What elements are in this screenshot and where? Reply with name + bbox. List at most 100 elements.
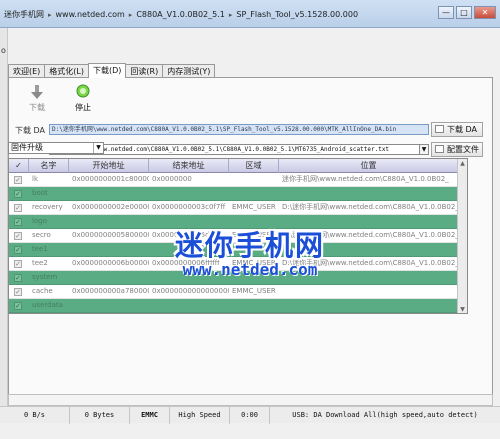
cell-region: EMMC_USER — [232, 259, 276, 267]
header-region[interactable]: 区域 — [229, 159, 279, 173]
cell-name: logo — [32, 217, 47, 225]
cell-end — [149, 187, 229, 201]
breadcrumb: 迷你手机网 ▸ www.netded.com ▸ C880A_V1.0.0B02… — [0, 0, 500, 28]
cell-region — [229, 271, 279, 285]
chevron-right-icon: ▸ — [128, 10, 133, 19]
scroll-down-icon[interactable]: ▼ — [458, 305, 467, 313]
header-start-address[interactable]: 开始地址 — [69, 159, 149, 173]
cell-location: D:\迷你手机网\www.netded.com\C880A_V1.0.0B02_ — [282, 231, 459, 239]
row-checkbox[interactable]: ✓ — [14, 190, 22, 198]
status-bytes: 0 Bytes — [70, 407, 130, 424]
chevron-down-icon[interactable]: ▼ — [419, 144, 429, 155]
tab-welcome[interactable]: 欢迎(E) — [8, 64, 46, 78]
row-checkbox[interactable]: ✓ — [14, 218, 22, 226]
cell-end — [149, 271, 229, 285]
window-controls: — □ ✕ — [438, 6, 496, 19]
progress-bar — [8, 394, 493, 406]
table-row[interactable]: ✓ system — [9, 271, 467, 285]
table-row[interactable]: ✓ boot — [9, 187, 467, 201]
cell-location: D:\迷你手机网\www.netded.com\C880A_V1.0.0B02_ — [282, 259, 459, 267]
partition-table: ✓ 名字 开始地址 结束地址 区域 位置 ✓ lk 0x0000000001c800… — [8, 158, 468, 314]
cell-region: EMMC_USER — [232, 287, 276, 295]
minimize-button[interactable]: — — [438, 6, 454, 19]
download-agent-button[interactable]: 下载 DA — [431, 122, 483, 137]
cell-region — [229, 243, 279, 257]
cell-end: 0x0000000000000000 — [152, 287, 229, 295]
cell-region: EMMC_USER — [232, 203, 276, 211]
download-button[interactable]: 下载 — [17, 82, 57, 114]
vertical-scrollbar[interactable]: ▲ ▼ — [457, 159, 467, 313]
breadcrumb-item[interactable]: SP_Flash_Tool_v5.1528.00.000 — [236, 10, 358, 19]
cell-name: tee1 — [32, 245, 48, 253]
table-row[interactable]: ✓ recovery 0x0000000002e00000 0x0000000003c… — [9, 201, 467, 215]
maximize-button[interactable]: □ — [456, 6, 472, 19]
tab-download[interactable]: 下载(D) — [88, 63, 127, 78]
cell-region — [229, 215, 279, 229]
cell-name: recovery — [32, 203, 63, 211]
table-row[interactable]: ✓ secro 0x0000000005800000 0x0000000005dfff… — [9, 229, 467, 243]
download-agent-path[interactable]: D:\迷你手机网\www.netded.com\C880A_V1.0.0B02_… — [49, 124, 429, 135]
table-header: ✓ 名字 开始地址 结束地址 区域 位置 — [9, 159, 467, 173]
table-row[interactable]: ✓ tee1 — [9, 243, 467, 257]
file-icon — [435, 145, 444, 153]
cell-name: tee2 — [32, 259, 48, 267]
scroll-up-icon[interactable]: ▲ — [458, 159, 467, 169]
tab-bar: 欢迎(E) 格式化(L) 下载(D) 回读(R) 内存测试(Y) — [8, 63, 216, 78]
table-row[interactable]: ✓ userdata — [9, 299, 467, 313]
row-checkbox[interactable]: ✓ — [14, 204, 22, 212]
table-row[interactable]: ✓ logo — [9, 215, 467, 229]
cell-location — [279, 215, 459, 229]
breadcrumb-item[interactable]: 迷你手机网 — [4, 9, 44, 20]
header-check[interactable]: ✓ — [9, 159, 29, 173]
row-checkbox[interactable]: ✓ — [14, 302, 22, 310]
cell-end: 0x0000000003c0f7ff — [152, 203, 226, 211]
status-usb-mode: USB: DA Download All(high speed,auto det… — [292, 411, 478, 419]
status-bar: 0 B/s 0 Bytes EMMC High Speed 0:00 USB: … — [0, 406, 500, 424]
cell-name: system — [32, 273, 58, 281]
cell-name: userdata — [32, 301, 63, 309]
tab-format[interactable]: 格式化(L) — [44, 64, 89, 78]
breadcrumb-item[interactable]: www.netded.com — [56, 10, 125, 19]
download-arrow-icon — [31, 85, 43, 99]
close-button[interactable]: ✕ — [474, 6, 496, 19]
toolbar: 下载 停止 — [17, 82, 117, 114]
row-checkbox[interactable]: ✓ — [14, 274, 22, 282]
cell-start — [69, 243, 149, 257]
header-name[interactable]: 名字 — [29, 159, 69, 173]
cell-start: 0x000000000a7800000 — [72, 287, 149, 295]
row-checkbox[interactable]: ✓ — [14, 176, 22, 184]
cell-location — [279, 187, 459, 201]
stop-label: 停止 — [75, 103, 91, 112]
row-checkbox[interactable]: ✓ — [14, 246, 22, 254]
mode-select[interactable]: 固件升级 ▼ — [8, 142, 104, 154]
tab-memory-test[interactable]: 内存测试(Y) — [162, 64, 216, 78]
cell-end: 0x0000000005dfffff — [152, 231, 222, 239]
cell-end — [149, 299, 229, 313]
cell-name: secro — [32, 231, 51, 239]
header-end-address[interactable]: 结束地址 — [149, 159, 229, 173]
scatter-file-path[interactable]: D:\迷你手机网\www.netded.com\C880A_V1.0.0B02_… — [49, 144, 421, 155]
row-checkbox[interactable]: ✓ — [14, 288, 22, 296]
cell-start — [69, 299, 149, 313]
breadcrumb-item[interactable]: C880A_V1.0.0B02_5.1 — [136, 10, 225, 19]
scatter-file-button[interactable]: 配置文件 — [431, 142, 483, 157]
row-checkbox[interactable]: ✓ — [14, 260, 22, 268]
row-checkbox[interactable]: ✓ — [14, 232, 22, 240]
tab-readback[interactable]: 回读(R) — [125, 64, 164, 78]
cell-region: EMMC_USER — [232, 231, 276, 239]
table-row[interactable]: ✓ lk 0x0000000001c80000 0x0000000 迷你手机网\www.… — [9, 173, 467, 187]
status-storage: EMMC — [130, 407, 170, 424]
cell-region — [229, 299, 279, 313]
cell-start — [69, 271, 149, 285]
status-time: 0:00 — [230, 407, 270, 424]
chevron-right-icon: ▸ — [228, 10, 233, 19]
download-agent-label: 下载 DA — [15, 126, 46, 135]
table-row[interactable]: ✓ tee2 0x0000000006b00000 0x0000000006fffff… — [9, 257, 467, 271]
cell-name: cache — [32, 287, 53, 295]
header-location[interactable]: 位置 — [279, 159, 459, 173]
table-row[interactable]: ✓ cache 0x000000000a7800000 0x0000000000000… — [9, 285, 467, 299]
cell-region — [229, 173, 279, 187]
side-marker: o — [1, 46, 6, 55]
stop-button[interactable]: 停止 — [63, 82, 103, 114]
cell-location — [279, 243, 459, 257]
